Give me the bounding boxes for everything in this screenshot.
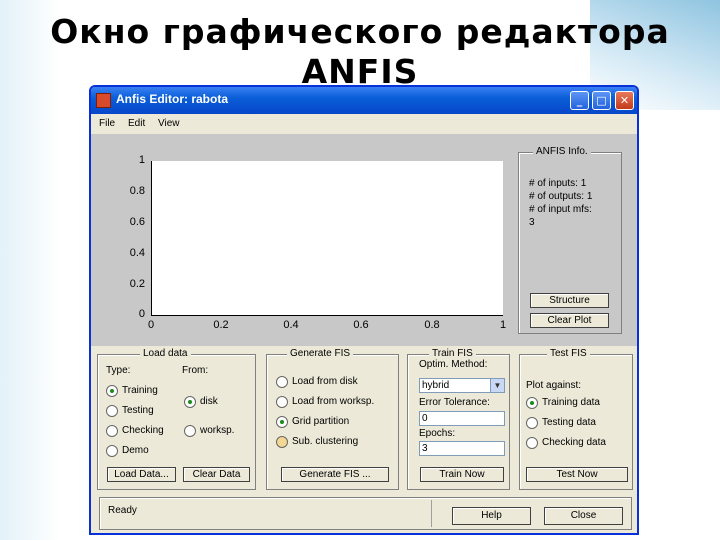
- info-outputs: # of outputs: 1: [529, 191, 593, 202]
- radio-label: Checking data: [542, 437, 606, 448]
- info-input-mfs: # of input mfs:: [529, 204, 592, 215]
- radio-dot: [106, 445, 118, 457]
- info-inputs: # of inputs: 1: [529, 178, 587, 189]
- plot-axes: [151, 161, 503, 316]
- error-tolerance-label: Error Tolerance:: [419, 397, 490, 408]
- radio-dot: [106, 385, 118, 397]
- menu-file[interactable]: File: [99, 118, 115, 129]
- status-box: Ready: [102, 500, 432, 527]
- anfis-editor-window: Anfis Editor: rabota _ □ ✕ File Edit Vie…: [89, 85, 639, 535]
- minimize-icon[interactable]: _: [570, 91, 589, 110]
- radio-label: Demo: [122, 445, 149, 456]
- y-tick-label: 0.4: [129, 247, 145, 259]
- radio-label: worksp.: [200, 425, 235, 436]
- anfis-info-legend: ANFIS Info.: [533, 146, 591, 157]
- clear-plot-button[interactable]: Clear Plot: [530, 313, 609, 328]
- x-tick-label: 0.8: [424, 319, 440, 331]
- status-text: Ready: [108, 505, 137, 516]
- radio-dot: [276, 376, 288, 388]
- control-panel: Load data Type: From: Training Testing C…: [91, 346, 637, 492]
- radio-dot: [526, 437, 538, 449]
- error-tolerance-input[interactable]: 0: [419, 411, 505, 426]
- load-data-legend: Load data: [140, 348, 191, 359]
- close-button[interactable]: Close: [544, 507, 623, 525]
- plot-against-label: Plot against:: [526, 380, 582, 391]
- radio-dot: [276, 396, 288, 408]
- y-tick-label: 0.8: [129, 185, 145, 197]
- window-title: Anfis Editor: rabota: [116, 92, 229, 106]
- radio-label: Load from worksp.: [292, 396, 375, 407]
- status-panel: Ready Help Close: [99, 497, 632, 530]
- radio-label: Load from disk: [292, 376, 358, 387]
- radio-dot: [526, 397, 538, 409]
- from-label: From:: [182, 365, 209, 376]
- generate-fis-panel: Generate FIS Load from disk Load from wo…: [266, 348, 399, 490]
- help-button[interactable]: Help: [452, 507, 531, 525]
- train-now-button[interactable]: Train Now: [420, 467, 504, 482]
- structure-button[interactable]: Structure: [530, 293, 609, 308]
- slide-title-line1: Окно графического редактора: [50, 12, 670, 51]
- x-tick-label: 0.6: [353, 319, 369, 331]
- anfis-info-panel: ANFIS Info. # of inputs: 1 # of outputs:…: [518, 146, 622, 334]
- train-fis-panel: Train FIS Optim. Method: hybrid ▼ Error …: [407, 348, 510, 490]
- test-fis-panel: Test FIS Plot against: Training data Tes…: [519, 348, 633, 490]
- radio-label: Testing: [122, 405, 154, 416]
- optim-method-label: Optim. Method:: [419, 359, 488, 370]
- y-tick-label: 0.2: [129, 278, 145, 290]
- radio-label: Grid partition: [292, 416, 350, 427]
- chevron-down-icon: ▼: [490, 379, 504, 392]
- menu-view[interactable]: View: [158, 118, 180, 129]
- maximize-icon[interactable]: □: [592, 91, 611, 110]
- type-label: Type:: [106, 365, 131, 376]
- radio-dot: [526, 417, 538, 429]
- x-tick-label: 0: [147, 319, 155, 331]
- radio-label: Training data: [542, 397, 600, 408]
- radio-dot: [184, 396, 196, 408]
- radio-label: Sub. clustering: [292, 436, 359, 447]
- radio-label: Training: [122, 385, 158, 396]
- epochs-label: Epochs:: [419, 428, 456, 439]
- optim-method-select[interactable]: hybrid ▼: [419, 378, 505, 393]
- radio-dot: [276, 416, 288, 428]
- menu-bar: File Edit View: [91, 114, 637, 134]
- test-now-button[interactable]: Test Now: [526, 467, 628, 482]
- info-mfs-count: 3: [529, 217, 535, 228]
- radio-label: Testing data: [542, 417, 596, 428]
- radio-label: Checking: [122, 425, 164, 436]
- generate-fis-button[interactable]: Generate FIS ...: [281, 467, 389, 482]
- clear-data-button[interactable]: Clear Data: [183, 467, 250, 482]
- load-data-button[interactable]: Load Data...: [107, 467, 176, 482]
- menu-edit[interactable]: Edit: [128, 118, 145, 129]
- radio-dot: [106, 405, 118, 417]
- window-titlebar[interactable]: Anfis Editor: rabota _ □ ✕: [91, 87, 637, 114]
- y-tick-label: 0.6: [129, 216, 145, 228]
- plot-area: 1 0.8 0.6 0.4 0.2 0 0 0.2 0.4 0.6 0.8 1 …: [91, 134, 637, 346]
- close-icon[interactable]: ✕: [615, 91, 634, 110]
- radio-dot: [184, 425, 196, 437]
- radio-dot: [106, 425, 118, 437]
- x-tick-label: 0.2: [213, 319, 229, 331]
- x-tick-label: 0.4: [283, 319, 299, 331]
- optim-method-value: hybrid: [422, 380, 450, 391]
- load-data-panel: Load data Type: From: Training Testing C…: [97, 348, 256, 490]
- generate-fis-legend: Generate FIS: [287, 348, 354, 359]
- radio-label: disk: [200, 396, 218, 407]
- radio-dot: [276, 436, 288, 448]
- test-fis-legend: Test FIS: [547, 348, 590, 359]
- epochs-input[interactable]: 3: [419, 441, 505, 456]
- matlab-app-icon: [96, 93, 111, 108]
- train-fis-legend: Train FIS: [429, 348, 476, 359]
- x-tick-label: 1: [499, 319, 507, 331]
- y-tick-label: 1: [138, 154, 145, 166]
